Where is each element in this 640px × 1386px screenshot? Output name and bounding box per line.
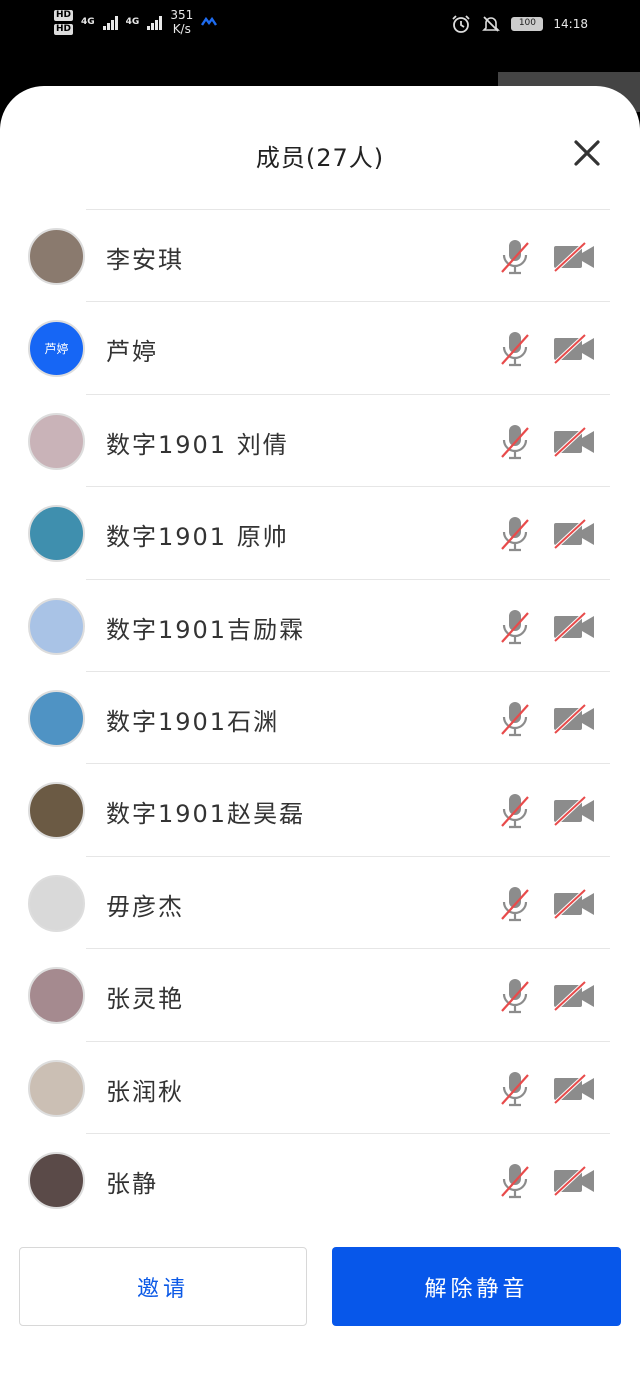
avatar [28, 874, 85, 932]
avatar [28, 689, 85, 747]
member-row[interactable]: 张灵艳 [28, 948, 610, 1040]
status-left: HD HD 4G 4G 351 K/s [54, 8, 218, 36]
camera-off-icon[interactable] [552, 795, 596, 827]
speed-unit: K/s [172, 22, 191, 36]
avatar [28, 597, 85, 655]
camera-off-icon[interactable] [552, 518, 596, 550]
mic-muted-icon[interactable] [500, 330, 530, 368]
member-list: 李安琪芦婷 芦婷数字1901 刘倩 数字1901 原帅 数字1901吉励霖 数字1901… [0, 209, 640, 1225]
mic-muted-icon[interactable] [500, 977, 530, 1015]
member-name: 数字1901吉励霖 [106, 615, 306, 644]
member-row[interactable]: 数字1901 刘倩 [28, 393, 610, 486]
avatar [28, 782, 85, 840]
avatar [28, 1151, 85, 1209]
camera-off-icon[interactable] [552, 888, 596, 920]
member-name: 张静 [106, 1169, 158, 1198]
close-button[interactable] [572, 138, 602, 168]
bell-off-icon [482, 16, 501, 32]
member-row[interactable]: 毋彦杰 [28, 855, 610, 948]
speed-value: 351 [170, 8, 194, 22]
signal-icon [102, 14, 118, 30]
avatar [28, 967, 85, 1025]
member-row[interactable]: 数字1901石渊 [28, 670, 610, 763]
hd-badge-2: HD [54, 23, 74, 35]
network-type-2: 4G [125, 17, 140, 27]
mic-muted-icon[interactable] [500, 792, 530, 830]
member-name: 李安琪 [106, 246, 184, 274]
member-name: 张灵艳 [106, 985, 184, 1014]
avatar [28, 1059, 85, 1117]
member-row[interactable]: 数字1901吉励霖 [28, 578, 610, 671]
unmute-button[interactable]: 解除静音 [332, 1247, 621, 1326]
member-name: 数字1901石渊 [106, 707, 280, 736]
mic-muted-icon[interactable] [500, 515, 530, 553]
battery-indicator: 100 [511, 17, 544, 31]
member-name: 数字1901 原帅 [106, 523, 289, 552]
camera-off-icon[interactable] [552, 1165, 596, 1197]
member-row[interactable]: 芦婷 芦婷 [28, 301, 610, 393]
member-name: 数字1901赵昊磊 [106, 800, 306, 829]
camera-off-icon[interactable] [552, 611, 596, 643]
mic-muted-icon[interactable] [500, 608, 530, 646]
members-sheet: 成员(27人) 李安琪芦婷 芦婷数字1901 刘倩 数字1901 原帅 数字1901吉… [0, 86, 640, 1386]
camera-off-icon[interactable] [552, 333, 596, 365]
hd-badge-1: HD [54, 9, 74, 21]
mic-muted-icon[interactable] [500, 1162, 530, 1200]
camera-off-icon[interactable] [552, 980, 596, 1012]
mic-muted-icon[interactable] [500, 238, 530, 276]
close-icon [574, 140, 600, 166]
camera-off-icon[interactable] [552, 703, 596, 735]
network-type-1: 4G [81, 17, 95, 27]
sheet-title: 成员(27人) [255, 144, 385, 172]
avatar-label: 芦婷 [44, 342, 69, 357]
status-bar: HD HD 4G 4G 351 K/s 100 14:18 [0, 0, 640, 52]
camera-off-icon[interactable] [552, 241, 596, 273]
mic-muted-icon[interactable] [500, 1070, 530, 1108]
avatar [28, 228, 85, 285]
mic-muted-icon[interactable] [500, 423, 530, 461]
member-row[interactable]: 数字1901赵昊磊 [28, 763, 610, 855]
avatar: 芦婷 [28, 320, 85, 378]
camera-off-icon[interactable] [552, 426, 596, 458]
alarm-icon [452, 15, 471, 33]
camera-off-icon[interactable] [552, 1073, 596, 1104]
status-right: 100 14:18 [451, 14, 588, 34]
mic-muted-icon[interactable] [500, 700, 530, 738]
member-row[interactable]: 张静 [28, 1132, 610, 1225]
avatar [28, 412, 85, 470]
member-name: 芦婷 [106, 338, 158, 367]
network-speed: 351 K/s [170, 8, 193, 36]
app-notification-icon [201, 17, 218, 26]
clock: 14:18 [553, 17, 588, 31]
signal-icon-2 [147, 14, 163, 30]
invite-button[interactable]: 邀请 [19, 1247, 307, 1326]
member-row[interactable]: 李安琪 [28, 209, 610, 301]
member-name: 数字1901 刘倩 [106, 430, 289, 459]
member-name: 毋彦杰 [106, 892, 184, 921]
member-row[interactable]: 张润秋 [28, 1040, 610, 1133]
member-name: 张润秋 [106, 1077, 184, 1106]
avatar [28, 505, 85, 563]
member-row[interactable]: 数字1901 原帅 [28, 486, 610, 578]
mic-muted-icon[interactable] [500, 885, 530, 923]
